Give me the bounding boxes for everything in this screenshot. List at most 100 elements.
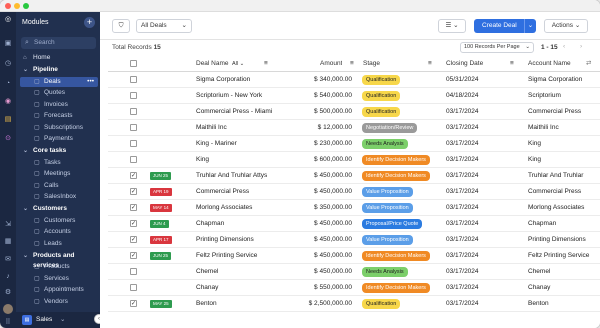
sidebar-group-products-and-services[interactable]: ⌄ Products and services [16,251,100,269]
notification-icon[interactable]: ♪ [3,272,13,282]
add-module-button[interactable]: + [84,17,95,28]
account-name-cell[interactable]: Chanay [528,280,600,296]
account-name-cell[interactable]: Morlong Associates [528,200,600,216]
view-select[interactable]: All Deals ⌄ [136,19,192,33]
column-menu-icon[interactable]: ≡ [510,56,514,72]
column-header-closing-date[interactable]: Closing Date [446,56,483,72]
create-deal-button[interactable]: Create Deal ⌄ [474,19,536,33]
search-rail-icon[interactable]: ⊙ [3,134,13,144]
account-name-cell[interactable]: King [528,136,600,152]
table-row[interactable]: MAY 25 Benton $ 2,500,000.00 Qualification 0… [108,296,600,312]
sidebar-item-accounts[interactable]: ▢ Accounts [16,227,100,237]
column-settings-icon[interactable]: ⇄ [586,56,591,72]
table-row[interactable]: MAY 14 Morlong Associates $ 350,000.00 Valu… [108,200,600,216]
row-checkbox[interactable] [130,232,137,248]
activity-icon[interactable]: ◔ [3,79,13,89]
list-view-button[interactable]: ☰ ⌄ [438,19,466,33]
column-header-stage[interactable]: Stage [363,56,380,72]
settings-icon[interactable]: ⚙ [3,288,13,298]
filter-button[interactable]: ⛉ [112,19,130,33]
row-checkbox[interactable] [130,92,137,99]
row-checkbox[interactable] [130,156,137,163]
account-name-cell[interactable]: Printing Dimensions [528,232,600,248]
deal-name-filter[interactable]: All ⌄ [232,56,244,72]
sidebar-item-home[interactable]: ⌂ Home [16,53,100,63]
sidebar-group-pipeline[interactable]: ⌄ Pipeline [16,65,100,75]
table-row[interactable]: Chemel $ 450,000.00 Needs Analysis 03/17/20… [108,264,600,280]
sidebar-item-deals[interactable]: ▢ Deals ••• [20,76,98,87]
table-row[interactable]: Commercial Press - Miami $ 500,000.00 Qual… [108,104,600,120]
sidebar-item-vendors[interactable]: ▢ Vendors [16,297,100,307]
create-deal-dropdown-icon[interactable]: ⌄ [524,19,536,33]
actions-button[interactable]: Actions ⌄ [544,19,588,33]
table-row[interactable]: Sigma Corporation $ 340,000.00 Qualificati… [108,72,600,88]
previous-page-icon[interactable]: ‹ [563,43,565,50]
account-name-cell[interactable]: Maithili Inc [528,120,600,136]
next-page-icon[interactable]: › [580,43,582,50]
table-row[interactable]: APR 17 Printing Dimensions $ 450,000.00 Val… [108,232,600,248]
account-name-cell[interactable]: Truhlar And Truhlar [528,168,600,184]
sidebar-item-forecasts[interactable]: ▢ Forecasts [16,111,100,121]
select-all-checkbox[interactable] [130,60,137,67]
sidebar-item-appointments[interactable]: ▢ Appointments [16,285,100,295]
account-name-cell[interactable]: Scriptorium [528,88,600,104]
row-checkbox[interactable] [130,124,137,131]
sidebar-item-quotes[interactable]: ▢ Quotes [16,88,100,98]
column-menu-icon[interactable]: ≡ [428,56,432,72]
account-name-cell[interactable]: Feltz Printing Service [528,248,600,264]
export-icon[interactable]: ⇲ [3,220,13,230]
account-name-cell[interactable]: Sigma Corporation [528,72,600,88]
table-row[interactable]: APR 19 Commercial Press $ 450,000.00 Value … [108,184,600,200]
column-header-account-name[interactable]: Account Name [528,56,571,72]
row-checkbox[interactable] [130,200,137,216]
row-checkbox[interactable] [130,108,137,115]
row-checkbox[interactable] [130,140,137,147]
account-name-cell[interactable]: Chemel [528,264,600,280]
row-checkbox[interactable] [130,248,137,264]
sidebar-footer[interactable]: ▤ Sales ⌄ ‹ [16,312,104,328]
row-checkbox[interactable] [130,216,137,232]
table-row[interactable]: Scriptorium - New York $ 540,000.00 Qualif… [108,88,600,104]
calendar-icon[interactable]: ▦ [3,237,13,247]
avatar[interactable] [3,304,13,314]
minimize-window-button[interactable] [14,3,20,9]
maximize-window-button[interactable] [23,3,29,9]
sidebar-item-leads[interactable]: ▢ Leads [16,239,100,249]
analytics-icon[interactable]: ◷ [3,59,13,69]
table-row[interactable]: Maithili Inc $ 12,000.00 Negotiation/Revie… [108,120,600,136]
table-row[interactable]: JUN 4 Chapman $ 450,000.00 Proposal/Price Q… [108,216,600,232]
modules-icon[interactable]: ▣ [3,39,13,49]
table-row[interactable]: JUN 25 Feltz Printing Service $ 450,000.00… [108,248,600,264]
sidebar-item-calls[interactable]: ▢ Calls [16,181,100,191]
account-name-cell[interactable]: Commercial Press [528,184,600,200]
table-row[interactable]: JUN 25Truhlar And Truhlar Attys$ 450,000… [108,168,600,184]
column-menu-icon[interactable]: ≡ [264,56,268,72]
sidebar-item-services[interactable]: ▢ Services [16,274,100,284]
target-icon[interactable]: ◉ [3,97,13,107]
table-row[interactable]: King - Mariner $ 230,000.00 Needs Analysis… [108,136,600,152]
apps-grid-icon[interactable]: ⠿ [3,318,13,328]
sidebar-item-payments[interactable]: ▢ Payments [16,134,100,144]
sidebar-item-invoices[interactable]: ▢ Invoices [16,100,100,110]
row-checkbox[interactable] [130,296,137,312]
account-name-cell[interactable]: Commercial Press [528,104,600,120]
sidebar-group-core-tasks[interactable]: ⌄ Core tasks [16,146,100,156]
row-checkbox[interactable] [130,76,137,83]
sidebar-item-products[interactable]: ▢ Products [16,262,100,272]
row-checkbox[interactable] [130,268,137,275]
more-options-icon[interactable]: ••• [87,77,94,87]
account-name-cell[interactable]: King [528,152,600,168]
sidebar-item-tasks[interactable]: ▢ Tasks [16,158,100,168]
mail-icon[interactable]: ✉ [3,255,13,265]
sidebar-group-customers[interactable]: ⌄ Customers [16,204,100,214]
records-per-page-select[interactable]: 100 Records Per Page ⌄ [460,42,534,53]
column-menu-icon[interactable]: ≡ [350,56,354,72]
column-header-deal-name[interactable]: Deal Name [196,56,229,72]
sidebar-item-customers[interactable]: ▢ Customers [16,216,100,226]
folder-icon[interactable]: ▤ [3,115,13,125]
sidebar-item-salesinbox[interactable]: ▢ SalesInbox [16,192,100,202]
row-checkbox[interactable] [130,168,137,184]
account-name-cell[interactable]: Chapman [528,216,600,232]
row-checkbox[interactable] [130,184,137,200]
column-header-amount[interactable]: Amount [320,56,342,72]
